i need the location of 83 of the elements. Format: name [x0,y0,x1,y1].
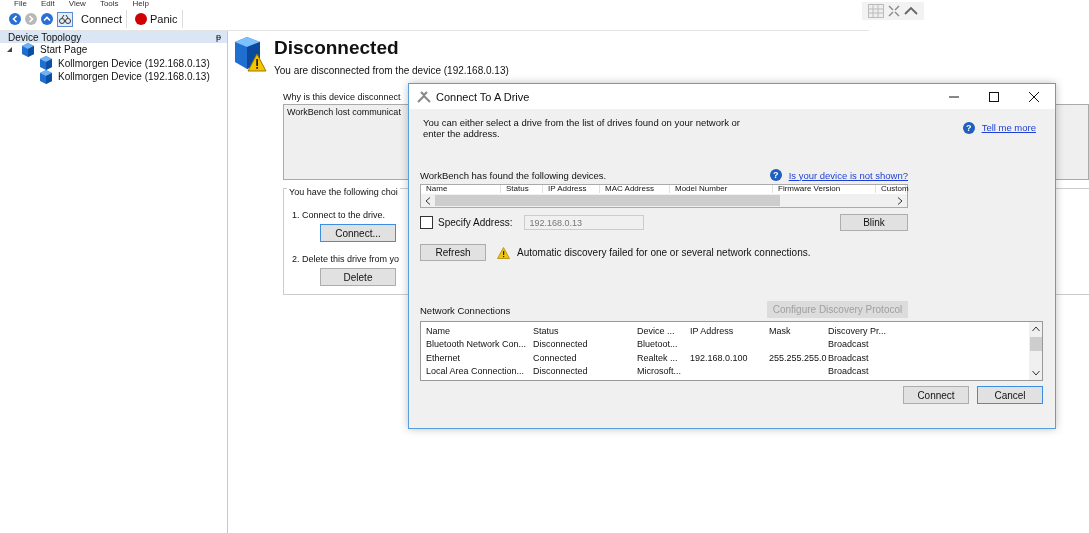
tree-item[interactable]: Kollmorgen Device (192.168.0.13) [58,57,210,69]
help-icon: ? [769,169,782,181]
menu-item[interactable]: View [68,0,86,8]
section-label: WorkBench has found the following devices. [420,169,607,181]
field-label: Specify Address: [438,217,513,228]
warning-icon [497,246,510,259]
column-header: IP Address [543,185,600,193]
table-cell-text: Local Area Connection... [425,366,526,377]
table-cell: 255.255.255.0 [768,352,827,363]
scroll-up-icon [1031,326,1040,332]
column-header: Firmware Version [773,185,876,193]
scroll-down-icon [1031,370,1040,376]
table-cell-text: Microsoft... [636,366,682,377]
cancel-button[interactable]: Cancel [977,386,1043,404]
pin-button[interactable]: ᵽ [216,32,221,42]
device-icon [38,55,54,72]
scroll-right-icon [897,196,903,205]
menu-item[interactable]: Tools [99,0,119,8]
column-header: Discovery Pr... [827,325,887,336]
forward-icon [25,13,37,25]
column-header: Status [532,325,560,336]
dialog-title: Connect To A Drive [436,90,530,103]
close-icon [1029,91,1039,102]
help-link[interactable]: Tell me more [981,122,1036,133]
tree-item[interactable]: Start Page [40,44,88,56]
table-cell-text: Bluetoot... [636,339,679,350]
maximize-icon [989,91,999,102]
table-cell-text: Realtek ... [636,352,679,363]
up-icon [41,13,53,25]
connect-button[interactable]: Connect [77,10,127,28]
panel-title: Device Topology [8,31,82,43]
group-label: You have the following choi [287,187,400,197]
table-cell-text: Connected [532,352,578,363]
table-cell-text: Disconnected [532,339,589,350]
back-icon [9,13,21,25]
choice-text: 1. Connect to the drive. [292,210,386,220]
column-header: IP Address [689,325,735,336]
help-link[interactable]: Is your device is not shown? [788,169,908,181]
checkbox[interactable] [420,216,433,229]
choice-button[interactable]: Connect... [320,224,396,242]
blink-button[interactable]: Blink [840,214,908,231]
table-cell-text: Broadcast [827,339,870,350]
status-text: You are disconnected from the device (192.168.0.13) [274,65,509,76]
warning-text: Automatic discovery failed for one or several network connections. [517,247,811,258]
device-icon [20,41,36,58]
panic-icon [135,13,147,25]
scroll-left-icon [425,196,431,205]
table-cell-text: Disconnected [532,366,589,377]
device-icon [38,68,54,85]
expand-icon [888,5,900,17]
choice-button[interactable]: Delete [320,268,396,286]
help-icon: ? [962,121,975,134]
caret-up-icon [904,6,918,16]
glasses-icon [57,11,73,27]
table-cell-text: Broadcast [827,366,870,377]
tools-icon [417,90,431,103]
section-label: Network Connections [420,305,511,316]
choice-text: 2. Delete this drive from yo [292,254,400,264]
device-warning-icon [233,36,267,72]
column-header: MAC Address [600,185,670,193]
column-header: Name [425,325,451,336]
panic-button[interactable]: Panic [131,10,183,28]
intro-text: You can either select a drive from the list of drives found on your network or enter the address. [423,117,741,139]
column-header: Mask [768,325,792,336]
connect-button[interactable]: Connect [903,386,969,404]
menu-item[interactable]: File [14,0,27,8]
question-label: Why is this device disconnect [283,92,401,102]
scroll-thumb [1029,337,1042,351]
table-cell-text: Bluetooth Network Con... [425,339,528,350]
page-title: Disconnected [274,37,400,59]
table-cell-text: Broadcast [827,352,870,363]
column-header: Status [501,185,543,193]
reason-text: WorkBench lost communicat [287,107,401,117]
menu-item[interactable]: Edit [40,0,55,8]
column-header: Model Number [670,185,773,193]
table-cell-text: 192.168.0.100 [689,352,749,363]
refresh-button[interactable]: Refresh [420,244,486,261]
menu-item[interactable]: Help [132,0,150,8]
table-cell-text: Ethernet [425,352,462,363]
column-header: Name [421,185,501,193]
column-header: Custom [876,185,906,193]
tree-item[interactable]: Kollmorgen Device (192.168.0.13) [58,71,210,83]
column-header: Device ... [636,325,676,336]
